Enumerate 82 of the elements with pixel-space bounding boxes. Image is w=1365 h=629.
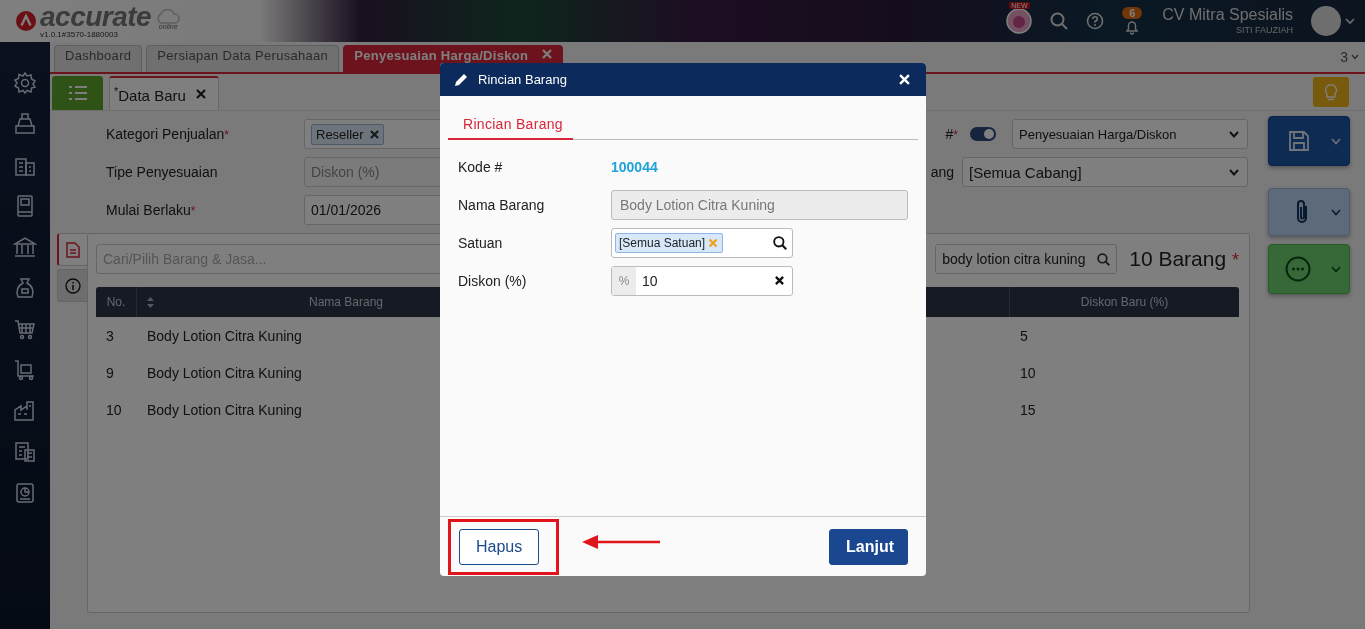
item-count: 10 Barang *	[1129, 247, 1239, 271]
caret-icon	[1229, 130, 1239, 138]
more-icon	[1285, 256, 1311, 282]
table-cell-text: 10	[1019, 364, 1037, 381]
tab[interactable]: Rincian Barang	[448, 110, 573, 140]
save-icon	[1287, 129, 1311, 153]
field-label: #*	[945, 126, 958, 142]
caret-icon[interactable]	[1345, 17, 1355, 25]
toggle-switch[interactable]	[970, 127, 996, 141]
field-label: ang	[930, 164, 954, 180]
dialog-title: Rincian Barang	[478, 72, 568, 87]
money-bag-icon[interactable]	[13, 276, 37, 300]
unit-field[interactable]: [Semua Satuan]	[611, 227, 793, 258]
chart-document-icon[interactable]	[13, 481, 37, 505]
attachment-button[interactable]	[1268, 188, 1350, 236]
field-label: Tipe Penyesuaian	[106, 164, 219, 180]
company-name: CV Mitra Spesialis	[1162, 6, 1293, 24]
search-icon	[1097, 252, 1111, 266]
discount-field[interactable]: % 10	[611, 265, 793, 296]
column-header[interactable]: Diskon Baru (%)	[1010, 287, 1239, 317]
info-icon	[64, 277, 81, 294]
logo-icon	[16, 11, 36, 31]
document-tab[interactable]	[57, 233, 87, 266]
list-icon	[67, 85, 88, 101]
continue-button[interactable]: Lanjut	[829, 528, 908, 565]
register-icon[interactable]	[13, 112, 37, 136]
calculator-icon[interactable]	[13, 440, 37, 464]
table-cell-text: Body Lotion Citra Kuning	[146, 327, 303, 344]
select-field[interactable]: Penyesuaian Harga/Diskon	[1012, 119, 1248, 149]
mascot-icon[interactable]	[1006, 8, 1033, 34]
sort-icon[interactable]	[147, 296, 154, 308]
field-label: Kategori Penjualan*	[106, 126, 230, 142]
gear-icon[interactable]	[13, 71, 37, 95]
field-label: Satuan	[458, 234, 504, 251]
bank-icon[interactable]	[13, 235, 37, 259]
notification-badge: 6	[1122, 7, 1143, 19]
document-icon	[66, 241, 80, 258]
delivery-cart-icon[interactable]	[13, 358, 37, 382]
info-tab[interactable]	[57, 269, 87, 302]
field-label: Mulai Berlaku*	[106, 202, 197, 218]
code-link[interactable]: 100044	[611, 158, 658, 175]
user-name: SITI FAUZIAH	[1236, 25, 1293, 36]
table-cell-text: 10	[105, 401, 123, 418]
avatar[interactable]	[1311, 6, 1341, 36]
more-button[interactable]	[1268, 244, 1350, 294]
cart-icon[interactable]	[13, 317, 37, 341]
select-field[interactable]: [Semua Cabang]	[962, 157, 1248, 187]
search-icon[interactable]	[773, 235, 787, 250]
caret-icon	[1331, 137, 1341, 145]
logo-text: accurate	[40, 3, 152, 31]
table-cell-text: 15	[1019, 401, 1037, 418]
pencil-icon	[454, 72, 468, 87]
tag-chip: [Semua Satuan]	[615, 232, 724, 253]
delete-button[interactable]: Hapus	[459, 528, 539, 565]
table-cell-text: 5	[1019, 327, 1029, 344]
lightbulb-icon	[1324, 83, 1338, 101]
document-tab[interactable]: $^{*}$Data Baru	[109, 76, 219, 110]
caret-icon	[1351, 54, 1359, 60]
version-text: v1.0.1#3570-1880003	[40, 31, 119, 39]
tab[interactable]: Persiapan Data Perusahaan	[146, 45, 340, 72]
table-cell-text: 3	[105, 327, 115, 344]
percent-prefix: %	[612, 266, 636, 295]
help-icon[interactable]	[1086, 12, 1105, 30]
table-cell-text: Body Lotion Citra Kuning	[146, 364, 303, 381]
tab[interactable]: Dashboard	[54, 45, 143, 72]
filter-field[interactable]: body lotion citra kuning	[935, 244, 1118, 274]
bell-icon[interactable]	[1124, 19, 1141, 35]
caret-icon	[1331, 208, 1341, 216]
save-button[interactable]	[1268, 116, 1350, 166]
table-cell-text: Body Lotion Citra Kuning	[146, 401, 303, 418]
table-cell-text: 9	[105, 364, 115, 381]
remove-icon[interactable]	[369, 129, 379, 139]
list-button[interactable]	[52, 76, 103, 110]
caret-icon	[1331, 265, 1341, 273]
cloud-icon	[155, 8, 182, 25]
field-label: Diskon (%)	[458, 272, 528, 289]
caret-icon	[1229, 168, 1239, 176]
factory-icon[interactable]	[13, 399, 37, 423]
tab-count-dropdown[interactable]: 3	[1340, 49, 1359, 65]
clear-icon[interactable]	[775, 276, 784, 285]
column-header[interactable]: No.	[96, 287, 137, 317]
tag-chip: Reseller	[311, 123, 384, 145]
